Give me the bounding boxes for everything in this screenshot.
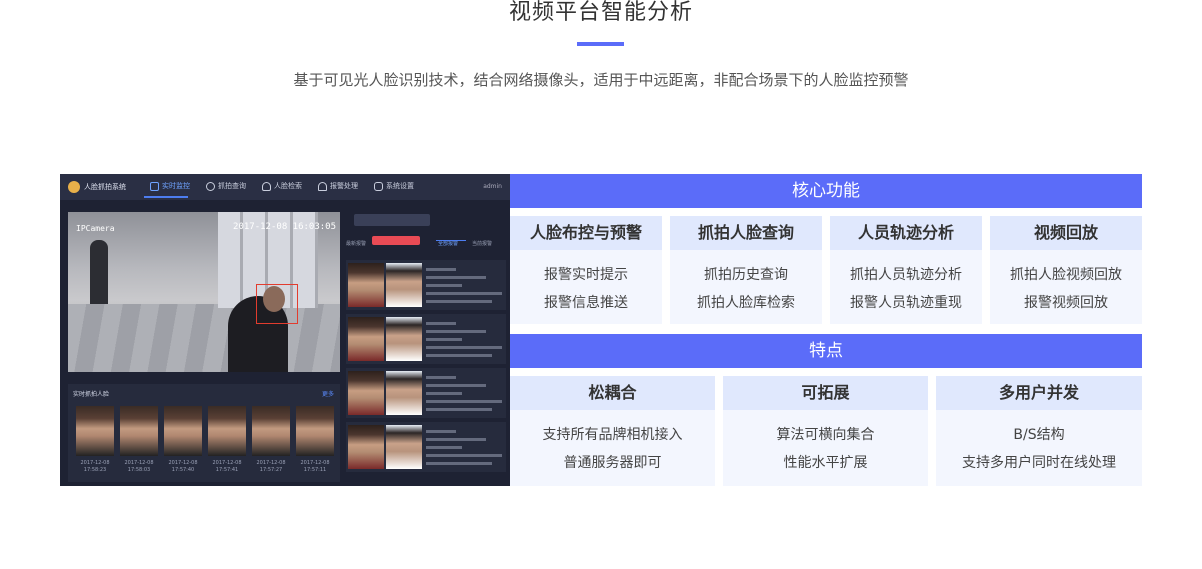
card-title: 松耦合: [510, 376, 715, 410]
side-tab-indicator: [436, 240, 466, 241]
card-line: B/S结构: [1013, 427, 1065, 443]
feature-card-loose-coupling: 松耦合 支持所有品牌相机接入 普通服务器即可: [510, 376, 715, 486]
captured-face[interactable]: [76, 406, 114, 456]
features-header: 特点: [510, 334, 1142, 368]
nav-item-capture-query[interactable]: 抓拍查询: [206, 181, 246, 191]
capture-time: 2017-12-08 17:57:27: [256, 460, 286, 473]
capture-time: 2017-12-08 17:57:11: [300, 460, 330, 473]
nav-item-settings[interactable]: 系统设置: [374, 181, 414, 191]
card-title: 多用户并发: [936, 376, 1142, 410]
card-title: 视频回放: [990, 216, 1142, 250]
face-detection-box: [256, 284, 298, 324]
card-line: 抓拍人脸库检索: [697, 295, 795, 311]
captured-face[interactable]: [208, 406, 246, 456]
card-line: 报警视频回放: [1024, 295, 1108, 311]
card-line: 抓拍历史查询: [704, 267, 788, 283]
app-top-bar: 人脸抓拍系统 实时监控 抓拍查询 人脸检索 报警处理 系统设置 admin: [60, 174, 510, 200]
side-tab-latest[interactable]: 最新报警: [346, 240, 366, 247]
capture-time: 2017-12-08 17:58:03: [124, 460, 154, 473]
card-line: 抓拍人脸视频回放: [1010, 267, 1122, 283]
system-screenshot: 人脸抓拍系统 实时监控 抓拍查询 人脸检索 报警处理 系统设置 admin IP…: [60, 174, 510, 486]
capture-panel-title: 实时抓拍人脸: [73, 391, 110, 398]
side-search-input[interactable]: [354, 214, 430, 226]
captured-face[interactable]: [120, 406, 158, 456]
card-line: 报警人员轨迹重现: [850, 295, 962, 311]
card-title: 人脸布控与预警: [510, 216, 662, 250]
gear-icon: [374, 181, 383, 191]
captured-face[interactable]: [296, 406, 334, 456]
alarm-side-panel: 最新报警 全部报警 当前报警: [346, 212, 506, 486]
bell-icon: [318, 181, 327, 191]
core-card-track-analysis: 人员轨迹分析 抓拍人员轨迹分析 报警人员轨迹重现: [830, 216, 982, 324]
captured-face[interactable]: [164, 406, 202, 456]
card-line: 支持多用户同时在线处理: [962, 455, 1116, 471]
page-title: 视频平台智能分析: [508, 0, 693, 25]
card-line: 报警信息推送: [544, 295, 628, 311]
live-video-feed[interactable]: IPCamera 2017-12-08 16:03:05: [68, 212, 340, 372]
core-functions-header: 核心功能: [510, 174, 1142, 208]
card-line: 普通服务器即可: [563, 455, 662, 471]
card-line: 抓拍人员轨迹分析: [850, 267, 962, 283]
app-logo-icon: [68, 181, 80, 193]
core-card-capture-query: 抓拍人脸查询 抓拍历史查询 抓拍人脸库检索: [670, 216, 822, 324]
alarm-card[interactable]: [346, 260, 506, 310]
user-name[interactable]: admin: [483, 183, 502, 190]
capture-panel: 实时抓拍人脸 更多 2017-12-08 17:58:23 2017-12-08…: [68, 384, 340, 482]
captured-face[interactable]: [252, 406, 290, 456]
user-icon: [262, 181, 271, 191]
card-line: 算法可横向集合: [776, 427, 875, 443]
capture-time: 2017-12-08 17:57:41: [212, 460, 242, 473]
capture-time: 2017-12-08 17:58:23: [80, 460, 110, 473]
page-subtitle: 基于可见光人脸识别技术，结合网络摄像头，适用于中远距离，非配合场景下的人脸监控预…: [293, 71, 909, 89]
search-icon: [206, 181, 215, 191]
camera-timestamp: 2017-12-08 16:03:05: [233, 222, 336, 232]
side-tab-all[interactable]: 全部报警: [438, 240, 458, 247]
side-tab-current[interactable]: 当前报警: [472, 240, 492, 247]
feature-card-multi-user: 多用户并发 B/S结构 支持多用户同时在线处理: [936, 376, 1142, 486]
feature-card-scalable: 可拓展 算法可横向集合 性能水平扩展: [723, 376, 928, 486]
nav-item-alarm[interactable]: 报警处理: [318, 181, 358, 191]
alarm-card[interactable]: [346, 368, 506, 418]
core-card-face-alert: 人脸布控与预警 报警实时提示 报警信息推送: [510, 216, 662, 324]
alarm-card[interactable]: [346, 422, 506, 472]
core-card-video-playback: 视频回放 抓拍人脸视频回放 报警视频回放: [990, 216, 1142, 324]
title-underline: [577, 42, 624, 46]
camera-label: IPCamera: [76, 224, 115, 233]
alarm-card[interactable]: [346, 314, 506, 364]
card-line: 支持所有品牌相机接入: [542, 427, 683, 443]
capture-more-link[interactable]: 更多: [322, 389, 334, 398]
nav-item-live[interactable]: 实时监控: [150, 181, 190, 191]
monitor-icon: [150, 181, 159, 191]
card-line: 性能水平扩展: [783, 455, 868, 471]
card-title: 人员轨迹分析: [830, 216, 982, 250]
alarm-badge: [372, 236, 420, 245]
nav-item-face-search[interactable]: 人脸检索: [262, 181, 302, 191]
capture-time: 2017-12-08 17:57:40: [168, 460, 198, 473]
card-title: 可拓展: [723, 376, 928, 410]
card-title: 抓拍人脸查询: [670, 216, 822, 250]
nav-active-indicator: [144, 196, 188, 198]
card-line: 报警实时提示: [544, 267, 628, 283]
app-name: 人脸抓拍系统: [84, 183, 126, 191]
